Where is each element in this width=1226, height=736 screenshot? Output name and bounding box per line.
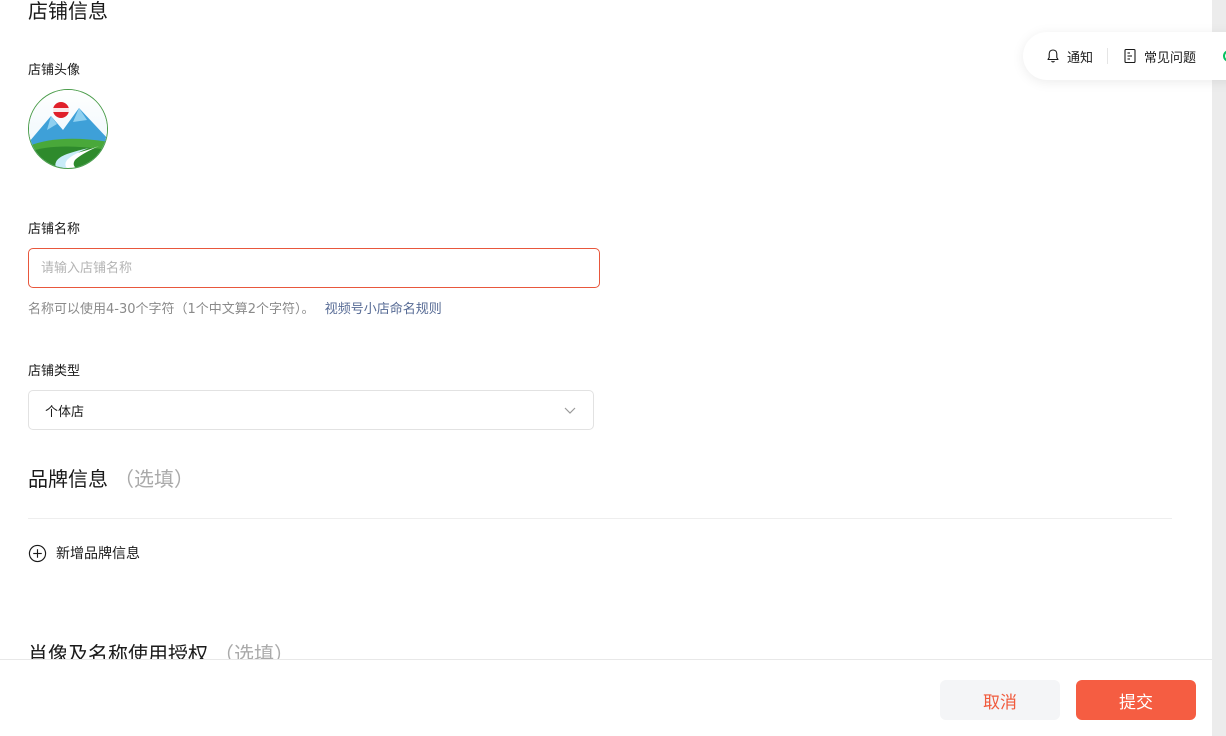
naming-rule-link[interactable]: 视频号小店命名规则	[325, 302, 442, 317]
store-name-hint-text: 名称可以使用4-30个字符（1个中文算2个字符）。	[28, 302, 315, 317]
scrollbar[interactable]	[1212, 0, 1226, 736]
notify-label: 通知	[1067, 50, 1094, 66]
cancel-button[interactable]: 取消	[940, 680, 1060, 720]
document-icon	[1124, 48, 1136, 64]
brand-info-title: 品牌信息 （选填）	[28, 463, 194, 492]
page: 店铺信息 店铺头像 店铺名称 请输入店铺名称 名称可以使用4-30个字符（1个中…	[0, 0, 1226, 736]
store-info-title: 店铺信息	[28, 0, 108, 23]
float-separator	[1107, 48, 1109, 64]
store-name-hint: 名称可以使用4-30个字符（1个中文算2个字符）。 视频号小店命名规则	[28, 298, 442, 317]
store-type-select[interactable]: 个体店	[28, 390, 594, 430]
brand-info-optional: （选填）	[114, 467, 194, 491]
brand-info-title-text: 品牌信息	[28, 467, 108, 491]
footer-action-bar: 取消 提交	[0, 659, 1212, 736]
add-brand-label: 新增品牌信息	[56, 546, 140, 562]
notify-button[interactable]: 通知	[1045, 47, 1093, 66]
submit-button[interactable]: 提交	[1076, 680, 1196, 720]
main-content: 店铺信息 店铺头像 店铺名称 请输入店铺名称 名称可以使用4-30个字符（1个中…	[0, 0, 1212, 736]
store-name-label: 店铺名称	[28, 222, 81, 237]
plus-circle-icon	[28, 544, 47, 562]
add-brand-button[interactable]: 新增品牌信息	[28, 543, 140, 563]
bell-icon	[1047, 49, 1059, 63]
store-name-input[interactable]	[28, 248, 600, 288]
section-divider	[28, 518, 1172, 519]
store-avatar[interactable]	[28, 89, 108, 169]
store-type-value: 个体店	[45, 404, 85, 420]
faq-label: 常见问题	[1144, 50, 1197, 66]
avatar-label: 店铺头像	[28, 63, 81, 78]
store-type-label: 店铺类型	[28, 364, 81, 379]
avatar-image	[29, 90, 107, 168]
faq-button[interactable]: 常见问题	[1122, 47, 1196, 66]
floating-help-bar: 通知 常见问题	[1023, 32, 1226, 80]
chevron-down-icon	[564, 407, 576, 414]
